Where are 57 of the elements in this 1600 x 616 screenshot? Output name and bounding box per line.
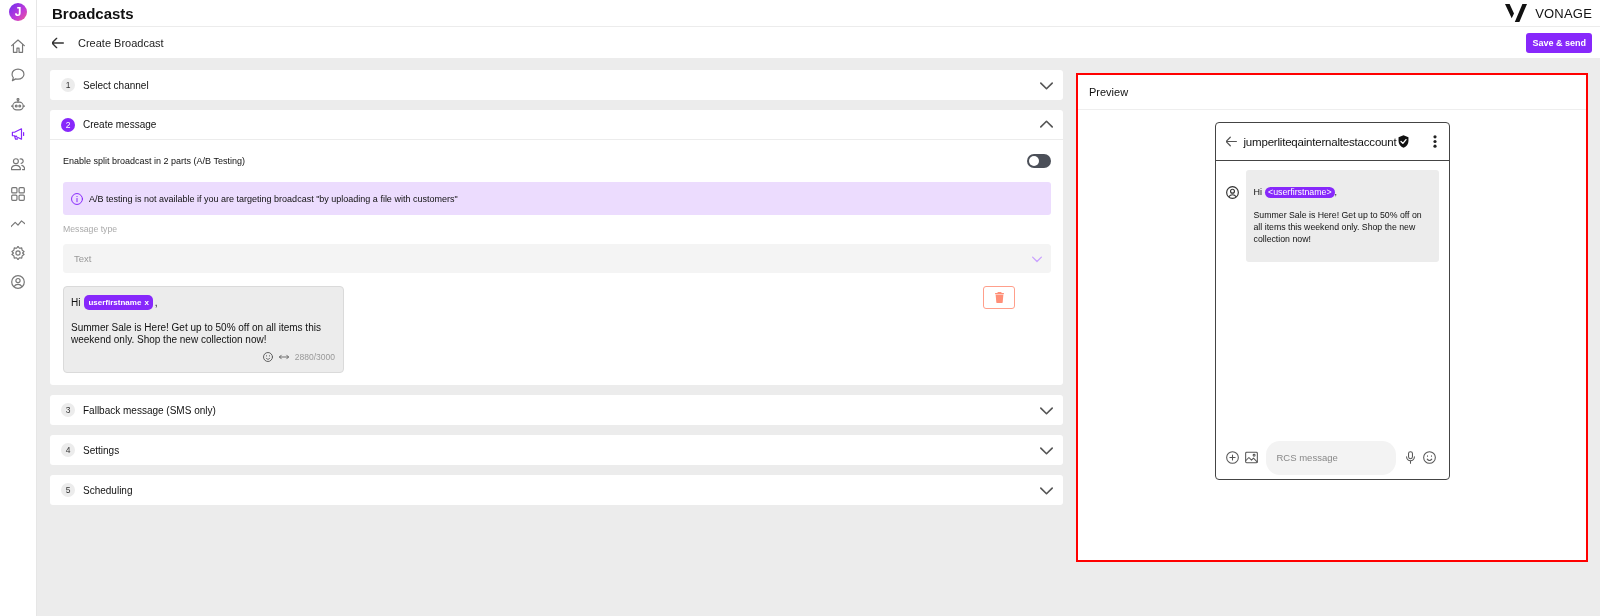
variable-tag: <userfirstname>	[1265, 186, 1335, 198]
trash-icon	[993, 292, 1005, 303]
people-icon[interactable]	[11, 156, 25, 171]
step-number: 5	[61, 483, 75, 497]
chat-bubble-icon[interactable]	[11, 68, 25, 83]
grid-icon[interactable]	[11, 186, 25, 201]
robot-icon[interactable]	[11, 97, 25, 112]
panel-title: Preview	[1089, 86, 1129, 98]
comma-text: ,	[154, 296, 158, 308]
step-number: 2	[61, 117, 75, 132]
settings-icon[interactable]	[11, 245, 25, 260]
emoji-icon[interactable]	[1422, 451, 1436, 464]
step-number: 4	[61, 443, 75, 457]
comma-text: ,	[1334, 187, 1338, 197]
message-text: Summer Sale is Here! Get up to 50% off on all items this weekend only. Shop the new collection now!	[71, 322, 322, 346]
double-arrow-icon[interactable]	[278, 352, 289, 362]
step-number: 1	[61, 78, 75, 92]
variable-chip[interactable]: userfirstname x	[84, 294, 153, 310]
message-input[interactable]: RCS message	[1265, 440, 1396, 475]
variable-name: userfirstname	[88, 297, 142, 307]
home-icon[interactable]	[11, 38, 25, 53]
toggle-switch[interactable]	[1027, 154, 1051, 168]
megaphone-icon[interactable]	[11, 127, 25, 142]
info-text: A/B testing is not available if you are targeting broadcast "by uploading a file with customers"	[89, 193, 458, 204]
message-editor[interactable]: Hi userfirstname x , Summer Sale is Here! Get up to 50% off on all items this weekend only. Shop the new collection now! 2880/3000	[63, 286, 344, 373]
info-icon	[71, 192, 83, 205]
field-label: Message type	[63, 223, 119, 235]
step-number: 3	[61, 403, 75, 417]
more-options-icon[interactable]	[1432, 135, 1437, 148]
back-arrow-icon[interactable]	[1225, 136, 1237, 147]
save-send-button[interactable]: Save & send	[1526, 32, 1592, 53]
greeting-text: Hi	[71, 296, 81, 308]
toggle-label: Enable split broadcast in 2 parts (A/B Testing)	[63, 156, 245, 166]
page-title: Broadcasts	[52, 4, 134, 22]
step-title[interactable]: Scheduling	[83, 484, 133, 496]
step-title[interactable]: Settings	[83, 444, 120, 456]
brand-name: VONAGE	[1535, 5, 1592, 21]
microphone-icon[interactable]	[1403, 451, 1417, 464]
app-logo[interactable]: J	[9, 3, 27, 21]
page-subtitle: Create Broadcast	[78, 36, 164, 49]
character-counter: 2880/3000	[294, 352, 335, 362]
chevron-down-icon	[1032, 253, 1042, 264]
logo-mark-icon	[1505, 4, 1528, 22]
remove-variable-button[interactable]: x	[144, 297, 149, 307]
add-icon[interactable]	[1225, 451, 1239, 464]
message-text: Summer Sale is Here! Get up to 50% off on all items this weekend only. Shop the new collection now!	[1253, 209, 1423, 245]
step-title[interactable]: Fallback message (SMS only)	[83, 404, 216, 416]
sender-name: jumperliteqainternaltestaccount	[1243, 135, 1397, 148]
account-icon[interactable]	[11, 275, 25, 290]
emoji-icon[interactable]	[262, 352, 273, 362]
image-icon[interactable]	[1244, 451, 1258, 464]
step-title[interactable]: Select channel	[83, 79, 149, 91]
avatar-icon	[1225, 186, 1239, 199]
back-arrow-icon[interactable]	[52, 36, 64, 49]
greeting-text: Hi	[1253, 187, 1262, 197]
step-title[interactable]: Create message	[83, 119, 157, 130]
chevron-up-icon[interactable]	[1040, 118, 1053, 131]
